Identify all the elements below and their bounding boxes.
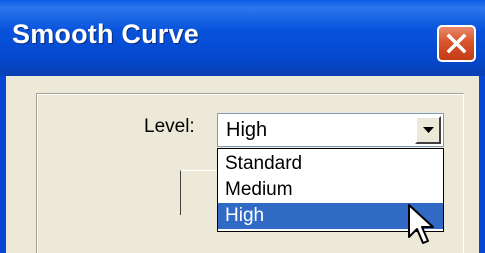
window-border-right <box>479 76 485 253</box>
mouse-cursor-icon <box>408 204 434 244</box>
level-label: Level: <box>144 116 195 137</box>
window-title: Smooth Curve <box>12 19 199 49</box>
dropdown-button[interactable] <box>415 116 441 144</box>
level-select-value: High <box>226 119 268 141</box>
option-medium[interactable]: Medium <box>218 177 443 203</box>
close-button[interactable] <box>437 25 476 62</box>
window-border-left <box>0 76 6 253</box>
close-icon <box>446 33 467 54</box>
level-select[interactable]: High <box>217 113 444 147</box>
smooth-curve-dialog: Smooth Curve Level: High Standard Medium… <box>0 0 485 253</box>
option-standard[interactable]: Standard <box>218 151 443 177</box>
chevron-down-icon <box>423 127 434 133</box>
title-bar[interactable]: Smooth Curve <box>0 0 485 76</box>
